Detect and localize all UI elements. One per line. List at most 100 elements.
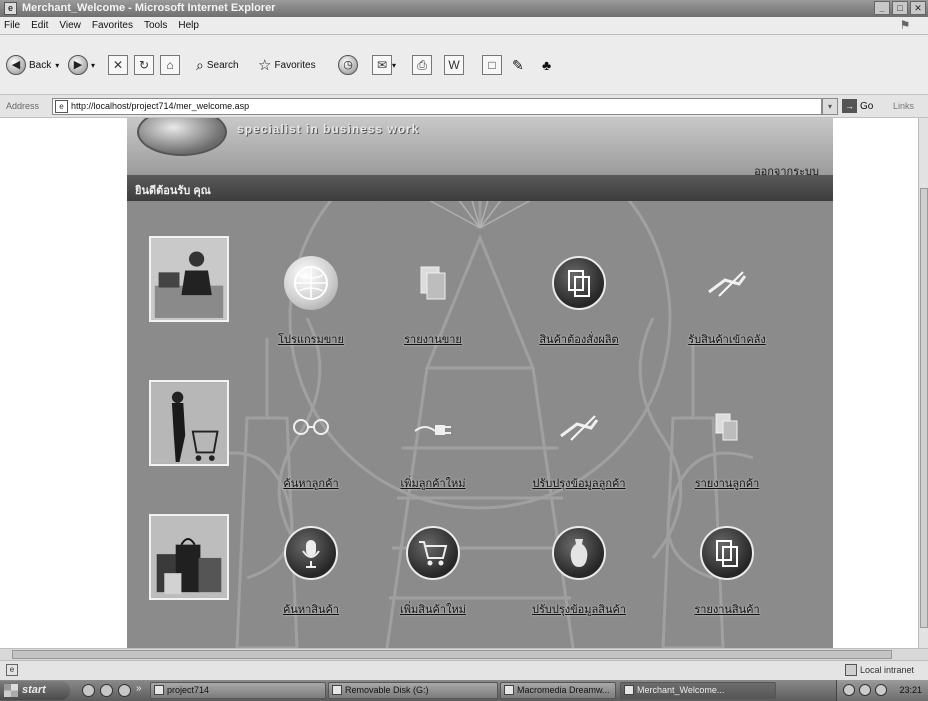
merchant-panel: specialist in business work ออกจากระบบ ย… xyxy=(127,118,833,648)
back-arrow-icon: ◀ xyxy=(6,55,26,75)
ie-icon: e xyxy=(4,2,17,15)
company-logo xyxy=(137,118,227,156)
mail-button[interactable]: ✉ ▾ xyxy=(372,35,396,95)
tray-network-icon[interactable] xyxy=(843,684,855,696)
task-project714[interactable]: project714 xyxy=(150,682,326,699)
history-button[interactable]: ◷ xyxy=(338,35,361,95)
chevron-down-icon: ▾ xyxy=(91,60,96,70)
shopper-photo xyxy=(149,380,229,466)
quicklaunch-more-icon[interactable]: » xyxy=(136,683,142,694)
edit-button[interactable]: W xyxy=(444,35,464,95)
pen-hand-icon xyxy=(700,256,754,310)
windows-logo-icon: ⚑ xyxy=(899,18,911,32)
address-dropdown-button[interactable]: ▾ xyxy=(822,98,838,115)
menu-label: ปรับปรุงข้อมูลลูกค้า xyxy=(532,478,626,490)
welcome-bar: ยินดีต้อนรับ คุณ xyxy=(127,175,833,201)
refresh-button[interactable]: ↻ xyxy=(134,35,154,95)
minimize-button[interactable]: _ xyxy=(874,1,890,15)
discuss-button[interactable]: □ xyxy=(482,35,502,95)
address-label: Address xyxy=(6,101,40,111)
scroll-thumb[interactable] xyxy=(920,188,928,628)
vertical-scrollbar[interactable] xyxy=(918,118,928,648)
chevron-down-icon: ▾ xyxy=(392,60,397,70)
documents-icon xyxy=(700,400,754,454)
menu-items-to-produce[interactable]: สินค้าต้องสั่งผลิต xyxy=(519,256,639,366)
address-input[interactable]: e http://localhost/project714/mer_welcom… xyxy=(52,98,822,115)
menu-help[interactable]: Help xyxy=(178,20,199,31)
menu-product-report[interactable]: รายงานสินค้า xyxy=(667,526,787,636)
menu-sales-report[interactable]: รายงานขาย xyxy=(373,256,493,366)
clock: 23:21 xyxy=(899,685,922,695)
search-button[interactable]: ⌕ Search xyxy=(196,35,239,95)
menu-view[interactable]: View xyxy=(59,20,81,31)
quicklaunch-desktop-icon[interactable] xyxy=(100,684,113,697)
title-bar[interactable]: e Merchant_Welcome - Microsoft Internet … xyxy=(0,0,928,17)
chevron-down-icon: ▾ xyxy=(55,60,60,70)
horizontal-scrollbar[interactable] xyxy=(0,648,928,660)
task-removable-disk[interactable]: Removable Disk (G:) xyxy=(328,682,498,699)
menu-label: รายงานสินค้า xyxy=(694,604,760,616)
go-button[interactable]: → Go xyxy=(842,99,873,113)
menu-update-customer[interactable]: ปรับปรุงข้อมูลลูกค้า xyxy=(519,400,639,510)
menu-search-customer[interactable]: ค้นหาลูกค้า xyxy=(251,400,371,510)
documents-icon xyxy=(700,526,754,580)
tray-usb-icon[interactable] xyxy=(875,684,887,696)
home-icon: ⌂ xyxy=(160,55,180,75)
task-label: Merchant_Welcome... xyxy=(637,685,725,695)
stop-button[interactable]: ✕ xyxy=(108,35,128,95)
messenger-icon: ♣ xyxy=(542,57,552,73)
menu-label: เพิ่มสินค้าใหม่ xyxy=(400,604,466,616)
search-icon: ⌕ xyxy=(196,56,204,73)
menu-sales-program[interactable]: โปรแกรมขาย xyxy=(251,256,371,366)
print-button[interactable]: ⎙ xyxy=(412,35,432,95)
start-label: start xyxy=(22,684,46,696)
task-label: Removable Disk (G:) xyxy=(345,685,429,695)
task-label: project714 xyxy=(167,685,210,695)
links-button[interactable]: Links xyxy=(893,101,914,111)
menu-update-product[interactable]: ปรับปรุงข้อมูลสินค้า xyxy=(519,526,639,636)
favorites-button[interactable]: ☆ Favorites xyxy=(258,35,316,95)
messenger-button[interactable]: ♣ xyxy=(542,35,551,95)
security-zone: Local intranet xyxy=(844,664,914,676)
stop-icon: ✕ xyxy=(108,55,128,75)
menu-file[interactable]: File xyxy=(4,20,20,31)
discuss-icon: □ xyxy=(482,55,502,75)
quicklaunch-ie-icon[interactable] xyxy=(82,684,95,697)
quicklaunch-media-icon[interactable] xyxy=(118,684,131,697)
browser-window: e Merchant_Welcome - Microsoft Internet … xyxy=(0,0,928,701)
back-button[interactable]: ◀ Back ▾ xyxy=(6,35,59,95)
shopping-bags-photo xyxy=(149,514,229,600)
menu-edit[interactable]: Edit xyxy=(31,20,48,31)
forward-button[interactable]: ▶ ▾ xyxy=(68,35,95,95)
edit-page-icon: W xyxy=(444,55,464,75)
menu-add-product[interactable]: เพิ่มสินค้าใหม่ xyxy=(373,526,493,636)
back-label: Back xyxy=(29,59,52,71)
glasses-icon xyxy=(284,400,338,454)
menu-customer-report[interactable]: รายงานลูกค้า xyxy=(667,400,787,510)
scroll-thumb[interactable] xyxy=(12,650,892,659)
research-button[interactable]: ✎ xyxy=(512,35,524,95)
address-url: http://localhost/project714/mer_welcome.… xyxy=(71,101,250,111)
maximize-button[interactable]: □ xyxy=(892,1,908,15)
menu-label: เพิ่มลูกค้าใหม่ xyxy=(400,478,466,490)
welcome-text: ยินดีต้อนรับ คุณ xyxy=(135,185,211,197)
intranet-icon xyxy=(844,664,857,676)
close-button[interactable]: ✕ xyxy=(910,1,926,15)
menu-label: ค้นหาสินค้า xyxy=(282,604,340,616)
task-merchant-welcome[interactable]: Merchant_Welcome... xyxy=(620,682,776,699)
forward-arrow-icon: ▶ xyxy=(68,55,88,75)
menu-tools[interactable]: Tools xyxy=(144,20,167,31)
go-label: Go xyxy=(860,100,874,112)
home-button[interactable]: ⌂ xyxy=(160,35,180,95)
menu-favorites[interactable]: Favorites xyxy=(92,20,133,31)
menu-add-customer[interactable]: เพิ่มลูกค้าใหม่ xyxy=(373,400,493,510)
menu-label: ค้นหาลูกค้า xyxy=(283,478,339,490)
page-content: specialist in business work ออกจากระบบ ย… xyxy=(0,118,918,648)
tray-volume-icon[interactable] xyxy=(859,684,871,696)
cashier-image xyxy=(151,238,227,320)
menu-search-product[interactable]: ค้นหาสินค้า xyxy=(251,526,371,636)
menu-receive-stock[interactable]: รับสินค้าเข้าคลัง xyxy=(667,256,787,366)
task-dreamweaver[interactable]: Macromedia Dreamw... xyxy=(500,682,616,699)
start-button[interactable]: start xyxy=(0,681,70,700)
microphone-icon xyxy=(284,526,338,580)
